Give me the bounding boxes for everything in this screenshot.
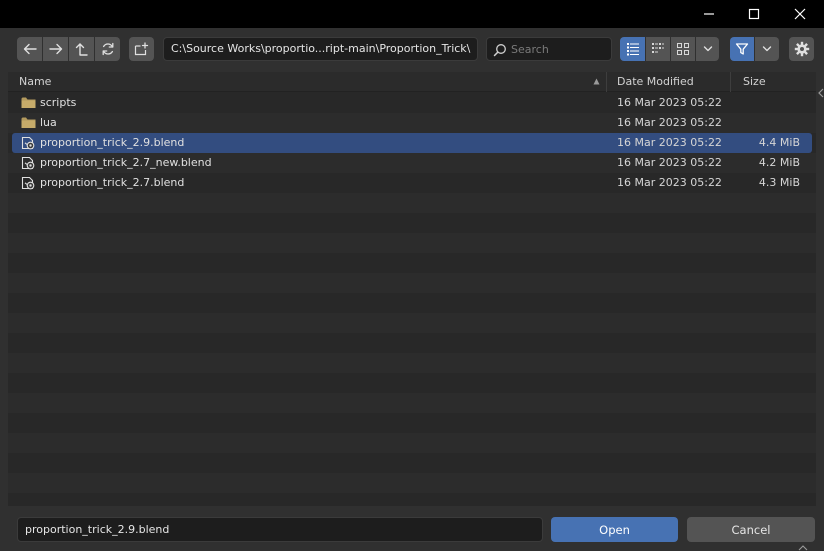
filter-toggle-button[interactable] bbox=[730, 37, 754, 61]
file-name: proportion_trick_2.7_new.blend bbox=[40, 156, 212, 169]
sort-ascending-icon[interactable] bbox=[593, 78, 600, 85]
search-field[interactable] bbox=[486, 37, 612, 61]
file-row-proportion-trick-2-7-new[interactable]: proportion_trick_2.7_new.blend 16 Mar 20… bbox=[8, 153, 816, 173]
parent-directory-button[interactable] bbox=[69, 37, 94, 61]
file-date: 16 Mar 2023 05:22 bbox=[617, 136, 722, 149]
close-icon bbox=[794, 8, 806, 20]
side-panel-toggle-icon[interactable] bbox=[818, 88, 824, 98]
close-window-button[interactable] bbox=[777, 0, 823, 28]
row-stripe bbox=[8, 353, 816, 373]
filter-options-dropdown[interactable] bbox=[755, 37, 779, 61]
minimize-icon bbox=[704, 13, 714, 15]
file-row-proportion-trick-2-9[interactable]: proportion_trick_2.9.blend 16 Mar 2023 0… bbox=[12, 133, 812, 153]
file-rows: scripts 16 Mar 2023 05:22 lua 16 Mar 202… bbox=[8, 93, 816, 506]
file-size: 4.3 MiB bbox=[758, 176, 800, 189]
new-folder-icon bbox=[134, 42, 149, 56]
title-bar bbox=[0, 0, 824, 28]
file-name: lua bbox=[40, 116, 57, 129]
column-divider[interactable] bbox=[606, 72, 607, 92]
file-row-proportion-trick-2-7[interactable]: proportion_trick_2.7.blend 16 Mar 2023 0… bbox=[8, 173, 816, 193]
file-date: 16 Mar 2023 05:22 bbox=[617, 156, 722, 169]
back-arrow-icon bbox=[23, 43, 37, 55]
file-name: scripts bbox=[40, 96, 77, 109]
column-header-date[interactable]: Date Modified bbox=[617, 75, 694, 88]
refresh-icon bbox=[102, 42, 113, 56]
display-mode-dropdown[interactable] bbox=[696, 37, 719, 61]
blend-file-icon bbox=[21, 136, 35, 150]
forward-arrow-icon bbox=[48, 43, 62, 55]
vertical-list-view-button[interactable] bbox=[620, 37, 645, 61]
row-stripe bbox=[8, 193, 816, 213]
chevron-down-icon bbox=[703, 46, 712, 52]
maximize-button[interactable] bbox=[731, 0, 777, 28]
forward-button[interactable] bbox=[43, 37, 68, 61]
blend-file-icon bbox=[21, 156, 35, 170]
gear-icon bbox=[794, 41, 809, 57]
settings-button[interactable] bbox=[789, 37, 814, 61]
file-date: 16 Mar 2023 05:22 bbox=[617, 116, 722, 129]
row-stripe bbox=[8, 473, 816, 493]
file-name: proportion_trick_2.9.blend bbox=[40, 136, 185, 149]
file-size: 4.2 MiB bbox=[758, 156, 800, 169]
thumbnails-icon bbox=[677, 43, 689, 55]
toolbar: C:\Source Works\proportio...ript-main\Pr… bbox=[0, 28, 824, 72]
column-header-bar: Name Date Modified Size bbox=[8, 72, 816, 92]
blend-file-icon bbox=[21, 176, 35, 190]
folder-icon bbox=[21, 97, 36, 108]
cancel-button[interactable]: Cancel bbox=[687, 517, 815, 542]
filename-input[interactable] bbox=[17, 517, 543, 542]
horizontal-list-icon bbox=[652, 43, 664, 53]
column-header-size[interactable]: Size bbox=[743, 75, 766, 88]
open-button[interactable]: Open bbox=[551, 517, 678, 542]
new-folder-button[interactable] bbox=[129, 37, 154, 61]
row-stripe bbox=[8, 233, 816, 253]
file-date: 16 Mar 2023 05:22 bbox=[617, 96, 722, 109]
row-stripe bbox=[8, 273, 816, 293]
row-stripe bbox=[8, 433, 816, 453]
footer-bar: Open Cancel bbox=[0, 506, 824, 551]
horizontal-list-view-button[interactable] bbox=[646, 37, 670, 61]
refresh-button[interactable] bbox=[95, 37, 120, 61]
file-date: 16 Mar 2023 05:22 bbox=[617, 176, 722, 189]
directory-path-field[interactable]: C:\Source Works\proportio...ript-main\Pr… bbox=[163, 37, 478, 61]
row-stripe bbox=[8, 393, 816, 413]
file-size: 4.4 MiB bbox=[758, 136, 800, 149]
column-header-name[interactable]: Name bbox=[19, 75, 51, 88]
chevron-down-icon bbox=[762, 46, 772, 52]
filter-icon bbox=[735, 43, 749, 55]
file-row-scripts[interactable]: scripts 16 Mar 2023 05:22 bbox=[8, 93, 816, 113]
search-icon bbox=[493, 44, 506, 57]
parent-directory-icon bbox=[75, 43, 88, 56]
column-divider[interactable] bbox=[730, 72, 731, 92]
file-browser-list: Name Date Modified Size scripts 16 Mar 2… bbox=[8, 72, 816, 506]
search-input[interactable] bbox=[511, 41, 607, 57]
file-name: proportion_trick_2.7.blend bbox=[40, 176, 185, 189]
minimize-button[interactable] bbox=[686, 0, 732, 28]
file-row-lua[interactable]: lua 16 Mar 2023 05:22 bbox=[8, 113, 816, 133]
resize-grip-icon[interactable] bbox=[798, 543, 808, 551]
thumbnails-view-button[interactable] bbox=[671, 37, 695, 61]
maximize-icon bbox=[748, 8, 760, 20]
folder-icon bbox=[21, 117, 36, 128]
vertical-list-icon bbox=[626, 43, 639, 56]
back-button[interactable] bbox=[17, 37, 42, 61]
row-stripe bbox=[8, 313, 816, 333]
